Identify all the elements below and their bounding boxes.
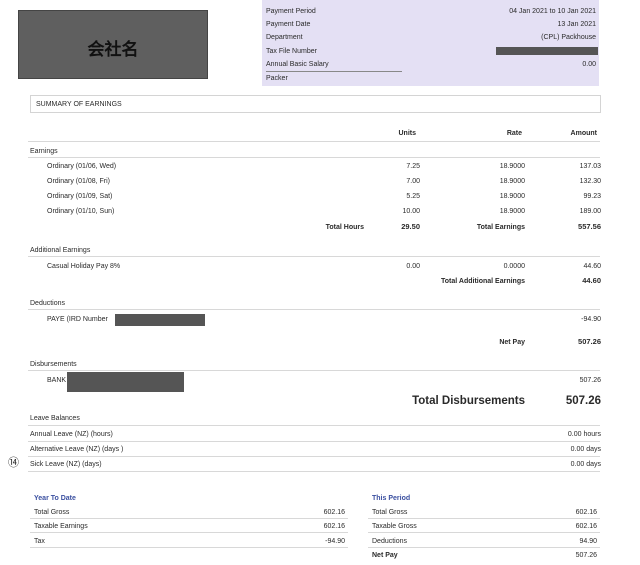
divider <box>28 157 600 158</box>
payment-info-panel: Payment Period 04 Jan 2021 to 10 Jan 202… <box>262 0 599 86</box>
deductions-title: Deductions <box>30 300 66 307</box>
period-row-value: 94.90 <box>579 538 597 545</box>
payment-date-label: Payment Date <box>266 21 311 28</box>
period-row-label: Taxable Gross <box>372 523 417 530</box>
divider <box>368 518 600 519</box>
leave-row-label: Sick Leave (NZ) (days) <box>30 461 102 468</box>
divider <box>28 141 600 142</box>
tax-file-number-label: Tax File Number <box>266 48 317 55</box>
divider <box>28 425 600 426</box>
divider <box>28 309 600 310</box>
ird-number-redaction <box>115 314 205 326</box>
job-title: Packer <box>266 75 288 82</box>
earnings-row-label: Ordinary (01/09, Sat) <box>47 193 113 200</box>
company-logo: 会社名 <box>18 10 208 79</box>
ytd-title: Year To Date <box>34 495 76 502</box>
period-row-label: Deductions <box>372 538 408 545</box>
leave-balances-title: Leave Balances <box>30 415 80 422</box>
column-units: Units <box>398 130 417 137</box>
payment-period-label: Payment Period <box>266 8 316 15</box>
earnings-title: Earnings <box>30 148 58 155</box>
period-row-value: 602.16 <box>575 523 597 530</box>
divider <box>30 518 348 519</box>
total-disbursements-value: 507.26 <box>565 395 601 407</box>
total-additional-label: Total Additional Earnings <box>441 278 525 285</box>
department-label: Department <box>266 34 303 41</box>
total-disbursements-label: Total Disbursements <box>412 395 525 407</box>
summary-title-box: SUMMARY OF EARNINGS <box>30 95 601 113</box>
additional-row-label: Casual Holiday Pay 8% <box>47 263 121 270</box>
earnings-row-rate: 18.9000 <box>499 193 525 200</box>
annotation-marker: ⑭ <box>8 457 19 469</box>
divider <box>368 532 600 533</box>
annual-salary-label: Annual Basic Salary <box>266 61 329 68</box>
ytd-row-label: Taxable Earnings <box>34 523 88 530</box>
leave-row-value: 0.00 days <box>570 461 601 468</box>
column-amount: Amount <box>570 130 597 137</box>
earnings-row-units: 10.00 <box>402 208 420 215</box>
this-period-title: This Period <box>372 495 411 502</box>
summary-title: SUMMARY OF EARNINGS <box>36 101 122 108</box>
period-net-pay-value: 507.26 <box>575 552 597 559</box>
payment-date-value: 13 Jan 2021 <box>557 21 596 28</box>
earnings-row-units: 7.00 <box>406 178 420 185</box>
divider <box>30 532 348 533</box>
total-earnings-value: 557.56 <box>578 222 601 231</box>
department-value: (CPL) Packhouse <box>541 34 596 41</box>
period-row-label: Total Gross <box>372 509 408 516</box>
additional-row-rate: 0.0000 <box>503 263 525 270</box>
tax-file-number-redaction <box>496 47 598 55</box>
additional-row-amount: 44.60 <box>583 263 601 270</box>
total-earnings-label: Total Earnings <box>476 224 525 231</box>
divider <box>28 441 600 442</box>
bank-amount: 507.26 <box>579 377 601 384</box>
divider <box>28 370 600 371</box>
annual-salary-value: 0.00 <box>582 61 596 68</box>
total-hours-value: 29.50 <box>401 222 420 231</box>
header-divider <box>266 71 402 72</box>
earnings-row-units: 5.25 <box>406 193 420 200</box>
ytd-row-label: Total Gross <box>34 509 70 516</box>
total-additional-value: 44.60 <box>582 276 601 285</box>
earnings-row-label: Ordinary (01/08, Fri) <box>47 178 111 185</box>
ytd-row-value: 602.16 <box>323 523 345 530</box>
leave-row-value: 0.00 days <box>570 446 601 453</box>
divider <box>368 547 600 548</box>
earnings-row-rate: 18.9000 <box>499 178 525 185</box>
divider <box>28 256 600 257</box>
additional-row-units: 0.00 <box>406 263 420 270</box>
ytd-row-label: Tax <box>34 538 45 545</box>
earnings-row-amount: 99.23 <box>583 193 601 200</box>
ytd-row-value: 602.16 <box>323 509 345 516</box>
earnings-row-label: Ordinary (01/06, Wed) <box>47 163 117 170</box>
earnings-row-rate: 18.9000 <box>499 208 525 215</box>
earnings-row-units: 7.25 <box>406 163 420 170</box>
net-pay-value: 507.26 <box>578 337 601 346</box>
additional-earnings-title: Additional Earnings <box>30 247 91 254</box>
divider <box>28 471 600 472</box>
earnings-row-amount: 137.03 <box>579 163 601 170</box>
disbursements-title: Disbursements <box>30 361 77 368</box>
column-rate: Rate <box>506 130 522 137</box>
earnings-row-amount: 132.30 <box>579 178 601 185</box>
total-hours-label: Total Hours <box>325 224 364 231</box>
divider <box>28 456 600 457</box>
paye-label: PAYE (IRD Number <box>47 316 108 323</box>
net-pay-label: Net Pay <box>499 339 525 346</box>
earnings-row-label: Ordinary (01/10, Sun) <box>47 208 115 215</box>
leave-row-label: Alternative Leave (NZ) (days ) <box>30 446 124 453</box>
period-row-value: 602.16 <box>575 509 597 516</box>
bank-account-redaction <box>67 372 184 392</box>
leave-row-label: Annual Leave (NZ) (hours) <box>30 431 113 438</box>
divider <box>30 547 348 548</box>
ytd-row-value: -94.90 <box>325 538 345 545</box>
payment-period-value: 04 Jan 2021 to 10 Jan 2021 <box>509 8 596 15</box>
paye-amount: -94.90 <box>581 316 601 323</box>
bank-label: BANK <box>47 377 67 384</box>
earnings-row-rate: 18.9000 <box>499 163 525 170</box>
earnings-row-amount: 189.00 <box>579 208 601 215</box>
period-net-pay-label: Net Pay <box>372 552 398 559</box>
company-name: 会社名 <box>87 40 139 60</box>
leave-row-value: 0.00 hours <box>567 431 601 438</box>
